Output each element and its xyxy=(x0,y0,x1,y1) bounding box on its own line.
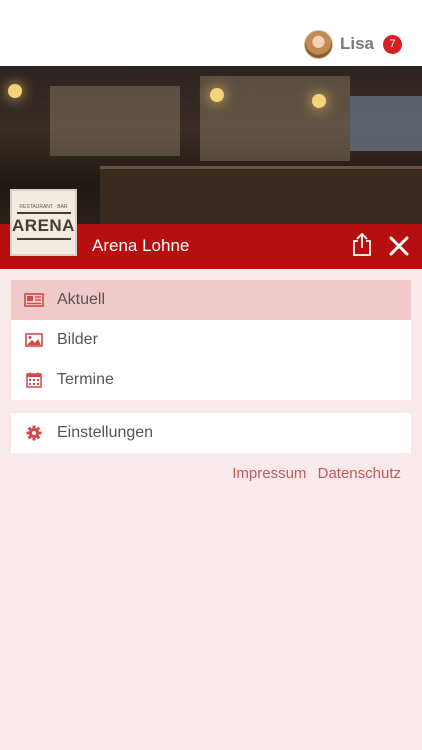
menu-item-termine[interactable]: Termine xyxy=(11,360,411,400)
close-icon[interactable] xyxy=(388,235,410,257)
newspaper-icon xyxy=(24,292,44,308)
user-name[interactable]: Lisa xyxy=(340,34,374,54)
calendar-icon xyxy=(24,372,44,388)
user-profile[interactable]: Lisa 7 xyxy=(303,29,402,59)
logo-subtitle: RESTAURANT · BAR xyxy=(19,204,68,210)
venue-logo: RESTAURANT · BAR ARENA xyxy=(10,189,77,256)
footer-links: Impressum Datenschutz xyxy=(225,465,401,482)
menu-item-label: Aktuell xyxy=(57,291,106,308)
menu-item-label: Bilder xyxy=(57,331,98,348)
share-icon[interactable] xyxy=(351,233,373,257)
menu-item-bilder[interactable]: Bilder xyxy=(11,320,411,360)
menu-item-einstellungen[interactable]: Einstellungen xyxy=(11,413,411,453)
menu-item-label: Termine xyxy=(57,371,114,388)
top-bar: Lisa 7 xyxy=(0,0,422,66)
notification-badge[interactable]: 7 xyxy=(383,34,402,54)
datenschutz-link[interactable]: Datenschutz xyxy=(318,465,401,482)
navigation-menu: Aktuell Bilder Termine xyxy=(11,280,411,400)
settings-label: Einstellungen xyxy=(57,424,154,441)
impressum-link[interactable]: Impressum xyxy=(232,465,306,482)
menu-item-aktuell[interactable]: Aktuell xyxy=(11,280,411,320)
venue-name: Arena Lohne xyxy=(92,236,190,255)
image-icon xyxy=(24,332,44,348)
logo-text: ARENA xyxy=(12,216,75,235)
avatar[interactable] xyxy=(303,29,333,59)
gear-icon xyxy=(24,425,44,441)
